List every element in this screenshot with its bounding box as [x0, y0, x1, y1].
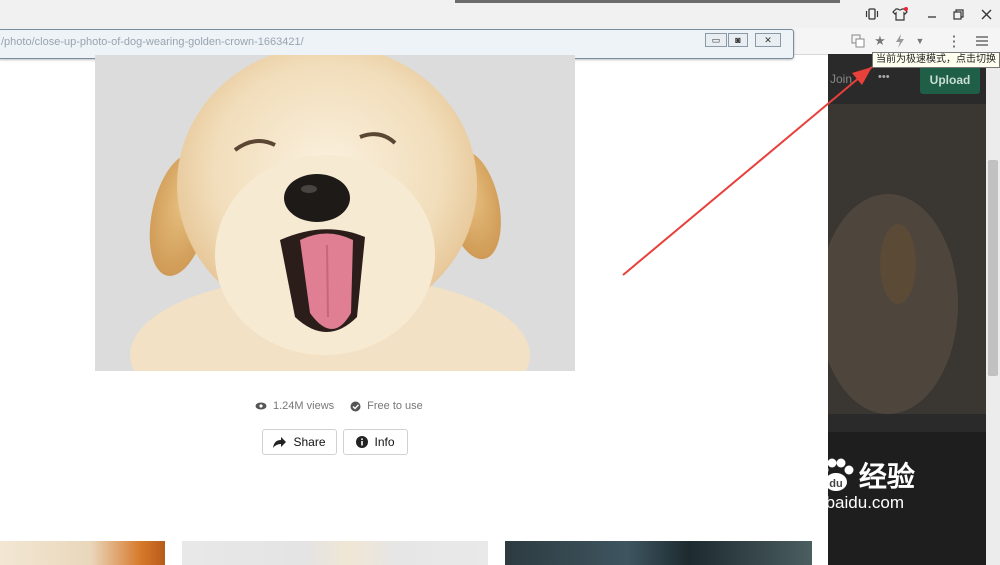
puppy-photo [95, 55, 575, 371]
thumbnail-1[interactable] [0, 541, 165, 565]
license-text[interactable]: Free to use [367, 400, 423, 412]
info-button[interactable]: Info [343, 429, 408, 455]
info-icon [356, 436, 369, 448]
vibrate-icon[interactable] [860, 4, 884, 24]
restore-icon[interactable] [946, 4, 970, 24]
share-button[interactable]: Share [262, 429, 337, 455]
bookmark-star-icon[interactable]: ★ [870, 31, 890, 51]
views-count: 1.24M views [273, 400, 335, 412]
watermark-brand: Bai [765, 455, 816, 494]
tab-strip-edge [455, 0, 840, 3]
thumbnail-3[interactable] [505, 541, 812, 565]
speed-mode-icon[interactable] [890, 31, 910, 51]
popup-minimize-button[interactable]: ▭ [705, 33, 727, 47]
close-window-icon[interactable] [974, 4, 998, 24]
thumbnail-2[interactable] [182, 541, 488, 565]
browser-title-bar [0, 0, 1000, 28]
minimize-icon[interactable] [920, 4, 944, 24]
more-vertical-icon[interactable]: ⋮ [944, 31, 964, 51]
dropdown-chevron-icon[interactable]: ▼ [910, 31, 930, 51]
annotation-arrow [622, 66, 873, 276]
svg-text:du: du [829, 478, 842, 490]
check-circle-icon [348, 399, 362, 413]
share-label: Share [293, 435, 326, 449]
popup-close-button[interactable]: ✕ [755, 33, 781, 47]
scrollbar-thumb[interactable] [988, 160, 998, 376]
paw-icon: du [816, 456, 856, 494]
photo-meta-row: 1.24M views Free to use [254, 398, 423, 414]
menu-icon[interactable] [972, 31, 992, 51]
eye-icon [254, 399, 268, 413]
share-icon [273, 436, 287, 448]
watermark-cn: 经验 [858, 461, 915, 492]
upload-button[interactable]: Upload [920, 66, 980, 94]
translate-icon[interactable] [848, 31, 868, 51]
shirt-icon[interactable] [888, 4, 912, 24]
speed-mode-tooltip: 当前为极速模式，点击切换 [872, 52, 1000, 68]
info-label: Info [374, 435, 395, 449]
baidu-watermark: Bai du 经验 jingyan.baidu.com [765, 455, 915, 513]
url-text[interactable]: /photo/close-up-photo-of-dog-wearing-gol… [1, 36, 304, 48]
popup-restore-button[interactable]: ◙ [728, 33, 748, 47]
watermark-domain: jingyan.baidu.com [767, 493, 905, 512]
